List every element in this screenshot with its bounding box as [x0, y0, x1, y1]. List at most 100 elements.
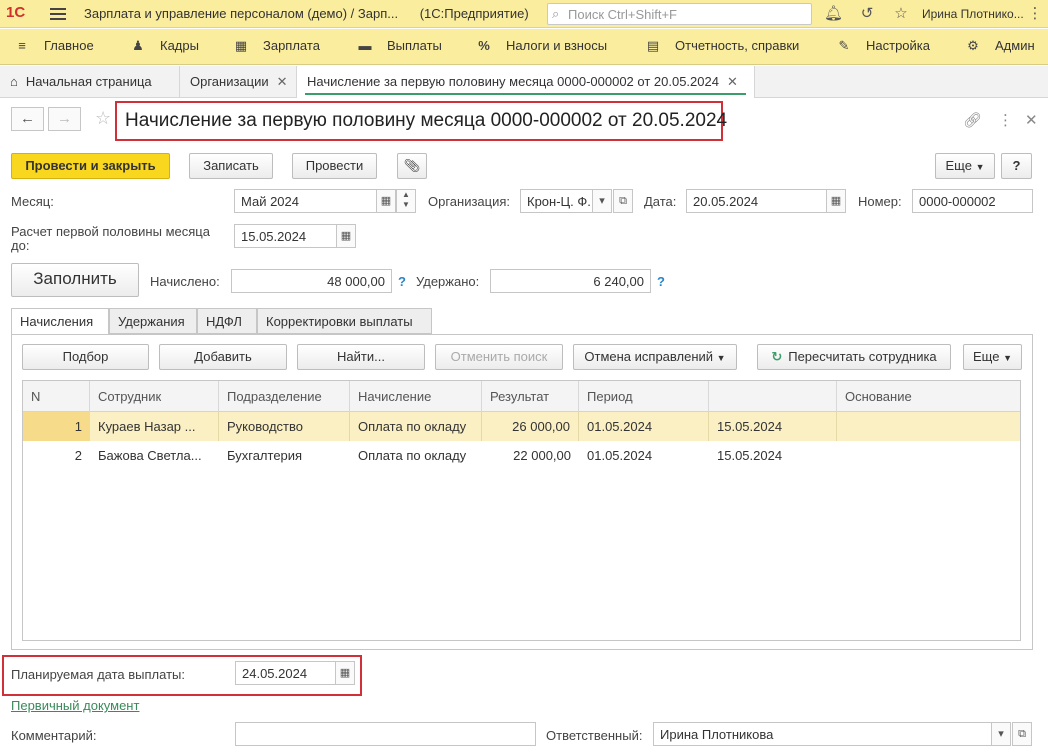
- tab-accruals[interactable]: Начисления: [11, 308, 109, 335]
- dropdown-arrow-icon: ▼: [716, 353, 726, 363]
- table-cell[interactable]: 15.05.2024: [709, 412, 837, 441]
- column-header[interactable]: N: [23, 381, 90, 412]
- table-cell[interactable]: 22 000,00: [482, 441, 579, 470]
- calc-until-field[interactable]: 15.05.2024: [234, 224, 337, 248]
- link-icon[interactable]: 🔗︎: [963, 111, 982, 129]
- month-spinner[interactable]: ▲ ▼: [396, 189, 416, 213]
- attach-button[interactable]: 📎︎: [397, 153, 427, 179]
- calendar-button[interactable]: ▦: [376, 189, 396, 213]
- number-field[interactable]: 0000-000002: [912, 189, 1033, 213]
- table-cell[interactable]: [837, 441, 1020, 470]
- responsible-dropdown-button[interactable]: ▾: [991, 722, 1011, 746]
- date-calendar-button[interactable]: ▦: [826, 189, 846, 213]
- table-cell[interactable]: Бажова Светла...: [90, 441, 219, 470]
- column-header[interactable]: Подразделение: [219, 381, 350, 412]
- column-header[interactable]: Начисление: [350, 381, 482, 412]
- withheld-help-icon[interactable]: ?: [657, 274, 665, 289]
- table-row[interactable]: 1 Кураев Назар ... Руководство Оплата по…: [23, 412, 1020, 441]
- table-cell[interactable]: 01.05.2024: [579, 441, 709, 470]
- cancel-search-button[interactable]: Отменить поиск: [435, 344, 563, 370]
- responsible-label: Ответственный:: [546, 728, 643, 743]
- more-button[interactable]: Еще ▼: [935, 153, 995, 179]
- column-header[interactable]: Результат: [482, 381, 579, 412]
- more-vertical-icon[interactable]: ⋮: [998, 111, 1013, 129]
- select-button[interactable]: Подбор: [22, 344, 149, 370]
- column-header[interactable]: Сотрудник: [90, 381, 219, 412]
- save-button[interactable]: Записать: [189, 153, 273, 179]
- search-input[interactable]: ⌕ Поиск Ctrl+Shift+F: [547, 3, 812, 25]
- date-field[interactable]: 20.05.2024: [686, 189, 827, 213]
- table-cell[interactable]: Оплата по окладу: [350, 441, 482, 470]
- primary-document-link[interactable]: Первичный документ: [11, 698, 139, 713]
- add-button[interactable]: Добавить: [159, 344, 287, 370]
- tab-home[interactable]: ⌂ Начальная страница: [0, 66, 180, 98]
- tab-document[interactable]: Начисление за первую половину месяца 000…: [297, 66, 755, 98]
- planned-payment-date-field[interactable]: 24.05.2024: [235, 661, 336, 685]
- organization-field[interactable]: Крон-Ц. Ф.: [520, 189, 593, 213]
- column-header[interactable]: Основание: [837, 381, 1020, 412]
- table-row[interactable]: 2 Бажова Светла... Бухгалтерия Оплата по…: [23, 441, 1020, 470]
- table-cell[interactable]: [837, 412, 1020, 441]
- wrench-icon: ✎: [838, 38, 850, 53]
- section-payments[interactable]: ▬ Выплаты: [357, 38, 442, 53]
- main-menu-icon[interactable]: [50, 5, 66, 21]
- section-admin[interactable]: ⚙ Админ: [965, 38, 1034, 54]
- cancel-corrections-button[interactable]: Отмена исправлений ▼: [573, 344, 737, 370]
- table-cell[interactable]: Бухгалтерия: [219, 441, 350, 470]
- table-cell[interactable]: Оплата по окладу: [350, 412, 482, 441]
- find-button[interactable]: Найти...: [297, 344, 425, 370]
- tab-organizations[interactable]: Организации ✕: [180, 66, 297, 98]
- more-vertical-icon[interactable]: ⋮: [1026, 4, 1044, 22]
- calendar-icon: ▦: [380, 195, 392, 207]
- comment-label: Комментарий:: [11, 728, 97, 743]
- payment-date-calendar-button[interactable]: ▦: [335, 661, 355, 685]
- planned-payment-date-label: Планируемая дата выплаты:: [11, 667, 185, 682]
- section-salary[interactable]: ▦ Зарплата: [233, 38, 320, 54]
- tab-payment-corrections[interactable]: Корректировки выплаты: [257, 308, 432, 334]
- tab-deductions[interactable]: Удержания: [109, 308, 197, 334]
- table-cell[interactable]: 15.05.2024: [709, 441, 837, 470]
- accrued-help-icon[interactable]: ?: [398, 274, 406, 289]
- accruals-table[interactable]: N Сотрудник Подразделение Начисление Рез…: [22, 380, 1021, 641]
- column-header[interactable]: Период: [579, 381, 709, 412]
- section-taxes[interactable]: % Налоги и взносы: [476, 38, 607, 53]
- help-button[interactable]: ?: [1001, 153, 1032, 179]
- bell-icon[interactable]: 🔔︎: [824, 4, 843, 22]
- history-icon[interactable]: ↺: [858, 4, 876, 22]
- paperclip-icon: 📎︎: [403, 158, 421, 173]
- table-more-button[interactable]: Еще ▼: [963, 344, 1022, 370]
- organization-dropdown-button[interactable]: ▾: [592, 189, 612, 213]
- responsible-field[interactable]: Ирина Плотникова: [653, 722, 992, 746]
- table-cell[interactable]: 1: [23, 412, 90, 441]
- recalculate-employee-button[interactable]: ↻ Пересчитать сотрудника: [757, 344, 951, 370]
- table-cell[interactable]: Руководство: [219, 412, 350, 441]
- table-cell[interactable]: 26 000,00: [482, 412, 579, 441]
- table-cell[interactable]: 01.05.2024: [579, 412, 709, 441]
- close-form-icon[interactable]: ✕: [1025, 111, 1038, 129]
- current-user[interactable]: Ирина Плотнико...: [922, 7, 1024, 21]
- table-cell[interactable]: Кураев Назар ...: [90, 412, 219, 441]
- search-placeholder: Поиск Ctrl+Shift+F: [568, 7, 677, 22]
- favorites-star-icon[interactable]: ☆: [892, 4, 910, 22]
- calc-until-calendar-button[interactable]: ▦: [336, 224, 356, 248]
- section-main[interactable]: ≡ Главное: [14, 38, 93, 53]
- month-field[interactable]: Май 2024: [234, 189, 377, 213]
- favorite-star-icon[interactable]: ☆: [95, 108, 111, 129]
- close-icon[interactable]: ✕: [727, 74, 738, 89]
- close-icon[interactable]: ✕: [277, 74, 288, 89]
- tab-ndfl[interactable]: НДФЛ: [197, 308, 257, 334]
- forward-button[interactable]: →: [48, 107, 81, 131]
- column-header[interactable]: [709, 381, 837, 412]
- table-cell[interactable]: 2: [23, 441, 90, 470]
- post-and-close-button[interactable]: Провести и закрыть: [11, 153, 170, 179]
- fill-button[interactable]: Заполнить: [11, 263, 139, 297]
- section-reports[interactable]: ▤ Отчетность, справки: [645, 38, 799, 54]
- post-button[interactable]: Провести: [292, 153, 377, 179]
- section-settings[interactable]: ✎ Настройка: [836, 38, 930, 54]
- home-icon: ⌂: [10, 74, 18, 89]
- responsible-open-button[interactable]: ⧉: [1012, 722, 1032, 746]
- organization-open-button[interactable]: ⧉: [613, 189, 633, 213]
- section-hr[interactable]: ♟ Кадры: [130, 38, 199, 54]
- comment-field[interactable]: [235, 722, 536, 746]
- back-button[interactable]: ←: [11, 107, 44, 131]
